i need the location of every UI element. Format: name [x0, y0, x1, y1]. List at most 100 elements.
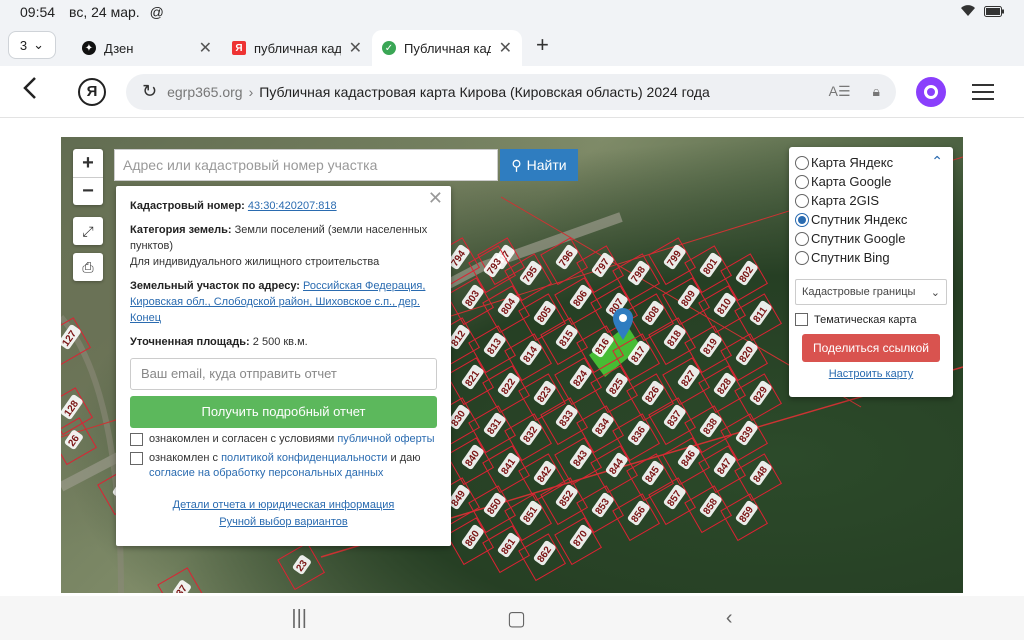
share-link-button[interactable]: Поделиться ссылкой [802, 334, 940, 362]
layer-label: Спутник Bing [811, 250, 890, 265]
offer-link[interactable]: публичной оферты [337, 433, 434, 445]
wifi-icon [960, 4, 976, 20]
tab-dzen[interactable]: ✦ Дзен ✕ [72, 30, 222, 66]
clock: 09:54 [20, 4, 56, 20]
status-icons [960, 4, 1004, 20]
land-category-label: Категория земель: [130, 224, 232, 236]
system-back-icon[interactable]: ‹ [726, 607, 733, 630]
address-bar[interactable]: ↻ egrp365.org › Публичная кадастровая ка… [126, 73, 896, 110]
recent-apps-icon[interactable]: ||| [291, 607, 307, 630]
land-category-row: Категория земель: Земли поселений (земли… [130, 222, 437, 270]
personal-data-consent-link[interactable]: согласие на обработку персональных данны… [149, 467, 383, 479]
tab-label: Дзен [104, 40, 134, 56]
reload-icon[interactable]: ↻ [142, 81, 157, 102]
parcel-address-label: Земельный участок по адресу: [130, 280, 300, 292]
tab-egrp365[interactable]: ✓ Публичная кад ✕ [372, 30, 522, 66]
layer-option-google-satellite[interactable]: Спутник Google [795, 229, 947, 248]
offer-checkbox[interactable] [130, 433, 143, 446]
hamburger-menu-icon[interactable] [972, 79, 994, 105]
url-separator: › [248, 83, 254, 100]
alice-assistant-icon[interactable] [916, 76, 946, 107]
address-search-input[interactable]: Адрес или кадастровый номер участка [114, 149, 498, 181]
get-report-button[interactable]: Получить подробный отчет [130, 396, 437, 428]
privacy-text: ознакомлен с [149, 452, 222, 464]
reader-mode-icon[interactable]: A☰ [829, 83, 851, 100]
zoom-out-button[interactable]: − [73, 177, 103, 205]
radio-bing-satellite[interactable] [795, 250, 809, 265]
layer-label: Карта Яндекс [811, 155, 894, 170]
tab-count: 3 [19, 37, 28, 53]
configure-map-link[interactable]: Настроить карту [795, 368, 947, 380]
url-domain: egrp365.org [167, 83, 243, 100]
close-tab-icon[interactable]: ✕ [499, 38, 512, 58]
close-tab-icon[interactable]: ✕ [199, 38, 212, 58]
zoom-control: + − [73, 149, 103, 205]
system-navigation-bar: ||| ▢ ‹ [0, 596, 1024, 640]
manual-selection-link[interactable]: Ручной выбор вариантов [219, 516, 347, 528]
chevron-down-icon: ⌄ [33, 37, 45, 52]
layer-option-google-map[interactable]: Карта Google [795, 172, 947, 191]
email-field[interactable]: Ваш email, куда отправить отчет [130, 358, 437, 390]
thematic-map-toggle[interactable]: Тематическая карта [795, 313, 947, 326]
date: вс, 24 мар. [69, 4, 140, 20]
radio-yandex-satellite[interactable] [795, 212, 809, 227]
area-value: 2 500 кв.м. [252, 336, 308, 348]
close-tab-icon[interactable]: ✕ [349, 38, 362, 58]
layer-option-yandex-satellite[interactable]: Спутник Яндекс [795, 210, 947, 229]
land-use-value: Для индивидуального жилищного строительс… [130, 256, 380, 268]
close-icon[interactable]: ✕ [428, 189, 443, 207]
cadastral-map[interactable]: 1271282627372311779479379579679779879980… [61, 137, 963, 593]
chevron-up-icon[interactable]: ⌃ [931, 153, 943, 170]
cadastral-number-label: Кадастровый номер: [130, 200, 245, 212]
battery-icon [984, 4, 1004, 20]
layer-label: Спутник Google [811, 231, 906, 246]
back-arrow-icon[interactable] [22, 76, 62, 107]
offer-text: ознакомлен и согласен с условиями [149, 433, 338, 445]
overlay-select-value: Кадастровые границы [802, 286, 916, 298]
tab-switcher-button[interactable]: 3 ⌄ [8, 31, 56, 59]
print-icon[interactable]: ⎙ [73, 253, 103, 281]
layer-option-bing-satellite[interactable]: Спутник Bing [795, 248, 947, 267]
home-icon[interactable]: ▢ [507, 606, 526, 631]
page-title: Публичная кадастровая карта Кирова (Киро… [259, 83, 710, 100]
status-bar: 09:54 вс, 24 мар. @ [0, 0, 1024, 24]
yandex-favicon-icon: Я [232, 41, 246, 55]
chevron-down-icon: ⌄ [930, 286, 940, 299]
layer-option-2gis-map[interactable]: Карта 2GIS [795, 191, 947, 210]
tab-strip: 3 ⌄ ✦ Дзен ✕ Я публичная када ✕ ✓ Публич… [0, 24, 1024, 66]
location-pin-icon[interactable] [611, 307, 635, 341]
fullscreen-icon[interactable]: ⤢ [73, 217, 103, 245]
privacy-policy-link[interactable]: политикой конфиденциальности [221, 452, 387, 464]
new-tab-icon[interactable]: + [536, 32, 549, 58]
layer-option-yandex-map[interactable]: Карта Яндекс [795, 153, 947, 172]
privacy-checkbox[interactable] [130, 452, 143, 465]
cadastral-number-link[interactable]: 43:30:420207:818 [248, 200, 337, 212]
parcel-label[interactable]: 23 [277, 542, 326, 591]
area-row: Уточненная площадь: 2 500 кв.м. [130, 334, 437, 350]
radio-2gis-map[interactable] [795, 193, 809, 208]
thematic-checkbox[interactable] [795, 313, 808, 326]
find-label: Найти [526, 157, 567, 173]
layer-label: Спутник Яндекс [811, 212, 908, 227]
find-button[interactable]: ⚲ Найти [500, 149, 578, 181]
cadastral-number-row: Кадастровый номер: 43:30:420207:818 [130, 198, 437, 214]
tab-yandex-search[interactable]: Я публичная када ✕ [222, 30, 372, 66]
report-details-link[interactable]: Детали отчета и юридическая информация [173, 499, 395, 511]
parcel-label[interactable]: 37 [157, 567, 206, 593]
layer-label: Карта 2GIS [811, 193, 880, 208]
radio-google-satellite[interactable] [795, 231, 809, 246]
parcel-address-row: Земельный участок по адресу: Российская … [130, 278, 437, 326]
tab-label: Публичная кад [404, 40, 491, 56]
search-icon: ⚲ [511, 156, 522, 173]
yandex-logo-icon[interactable]: Я [78, 77, 106, 106]
overlay-select[interactable]: Кадастровые границы ⌄ [795, 279, 947, 305]
offer-consent: ознакомлен и согласен с условиями публич… [130, 432, 437, 447]
lock-icon[interactable]: 🔒︎ [873, 83, 880, 100]
parcel-info-popup: ✕ Кадастровый номер: 43:30:420207:818 Ка… [116, 186, 451, 546]
zoom-in-button[interactable]: + [73, 149, 103, 177]
radio-google-map[interactable] [795, 174, 809, 189]
check-favicon-icon: ✓ [382, 41, 396, 55]
thematic-label: Тематическая карта [814, 313, 917, 326]
radio-yandex-map[interactable] [795, 155, 809, 170]
parcel-label[interactable]: 128 [61, 387, 94, 436]
